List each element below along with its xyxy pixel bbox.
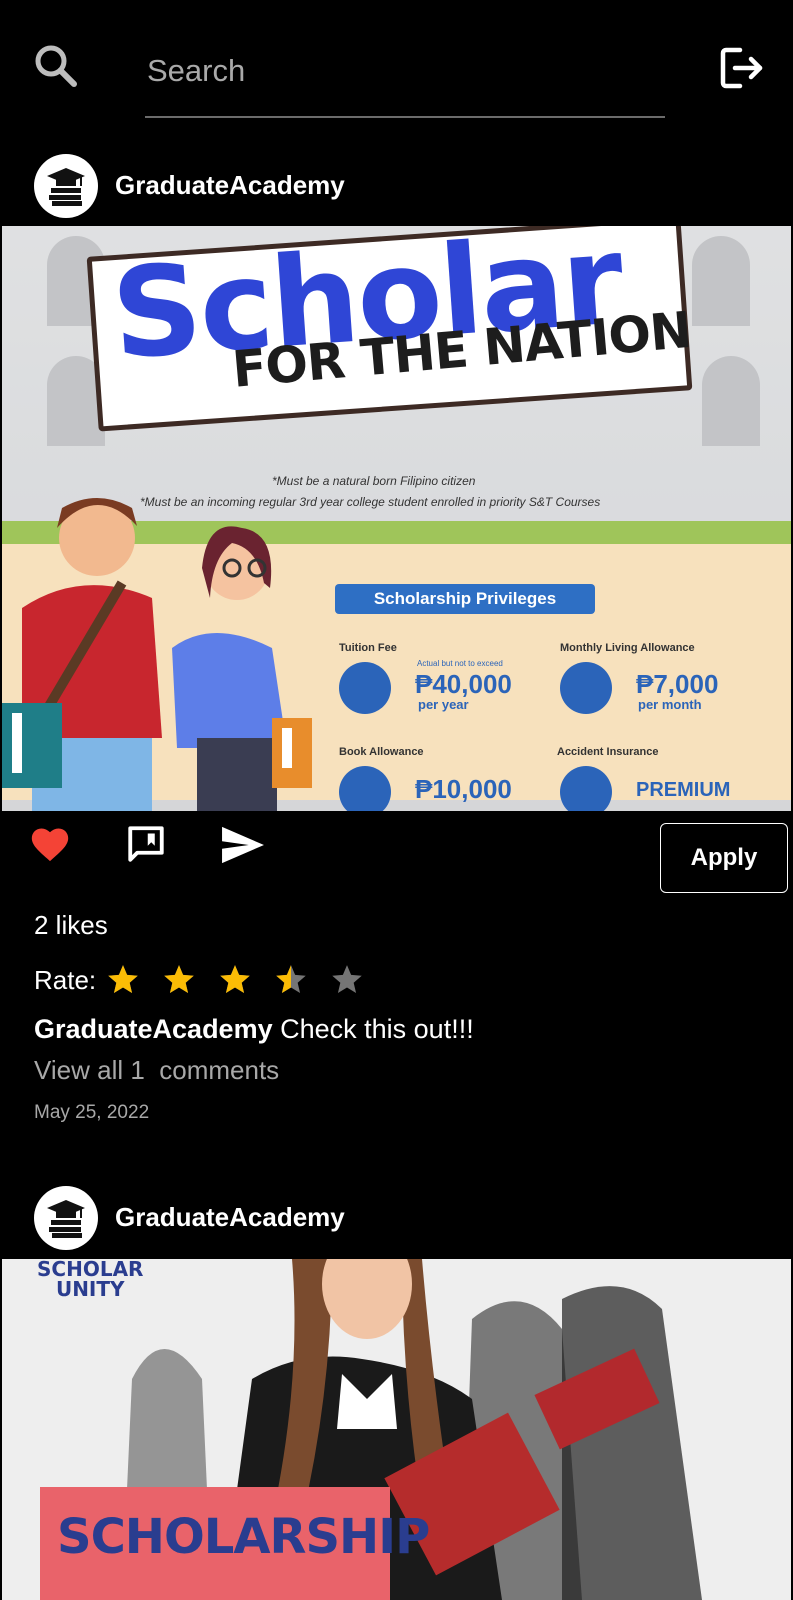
like-count[interactable]: 2 likes [34,910,108,941]
comment-icon[interactable] [125,823,167,865]
privilege-sub: per year [418,697,469,712]
search-field[interactable] [145,40,669,118]
caption-text: Check this out!!! [272,1014,474,1044]
privilege-value: PREMIUM [636,779,731,801]
post-image[interactable]: SCHOLAR UNITY SCHOLARSHIP [2,1259,791,1600]
post-image[interactable]: Scholar FOR THE NATION *Must be a natura… [2,226,791,811]
apply-button[interactable]: Apply [660,823,788,893]
star-icon[interactable] [162,963,196,997]
logout-icon[interactable] [718,44,766,92]
avatar[interactable] [34,154,98,218]
house-icon [560,662,612,714]
post-caption: GraduateAcademy Check this out!!! [34,1014,474,1045]
caption-username[interactable]: GraduateAcademy [34,1014,273,1044]
rate-label: Rate: [34,964,97,995]
avatar[interactable] [34,1186,98,1250]
send-icon[interactable] [220,825,266,865]
privileges-tag: Scholarship Privileges [335,584,595,614]
view-comments-link[interactable]: View all 1 comments [34,1055,279,1086]
rating-row: Rate: [34,962,386,998]
star-icon[interactable] [106,963,140,997]
privilege-label: Accident Insurance [557,746,659,758]
privilege-note: Actual but not to exceed [417,659,503,668]
window-shape [702,356,760,446]
post-header: GraduateAcademy [0,154,793,234]
post-username[interactable]: GraduateAcademy [115,170,345,201]
privilege-label: Tuition Fee [339,642,397,654]
search-input[interactable] [145,40,669,102]
window-shape [692,236,750,326]
privilege-value: ₱40,000 [415,669,512,699]
search-icon[interactable] [32,42,80,90]
graduation-books-icon [47,168,85,206]
star-icon[interactable] [274,963,308,997]
privilege-sub: per month [638,697,702,712]
privilege-value: ₱7,000 [636,669,719,699]
brand-line: SCHOLAR [37,1259,144,1281]
brand-line: UNITY [55,1277,125,1301]
star-icon[interactable] [218,963,252,997]
brand-logo: SCHOLAR UNITY [37,1259,143,1299]
post-date: May 25, 2022 [34,1102,150,1123]
graduation-cap-icon [339,662,391,714]
top-bar [0,0,793,140]
privilege-label: Monthly Living Allowance [560,642,695,654]
post-username[interactable]: GraduateAcademy [115,1202,345,1233]
banner-text: SCHOLARSHIP [57,1509,430,1565]
post-header: GraduateAcademy [0,1186,793,1266]
students-illustration [2,498,312,811]
graduation-books-icon [47,1200,85,1238]
post-actions: Apply [0,805,793,893]
privilege-label: Book Allowance [339,746,424,758]
heart-icon[interactable] [28,823,72,863]
rating-stars[interactable] [106,963,386,997]
privilege-value: ₱10,000 [415,774,512,804]
star-icon[interactable] [330,963,364,997]
eligibility-note: *Must be a natural born Filipino citizen [272,474,476,488]
